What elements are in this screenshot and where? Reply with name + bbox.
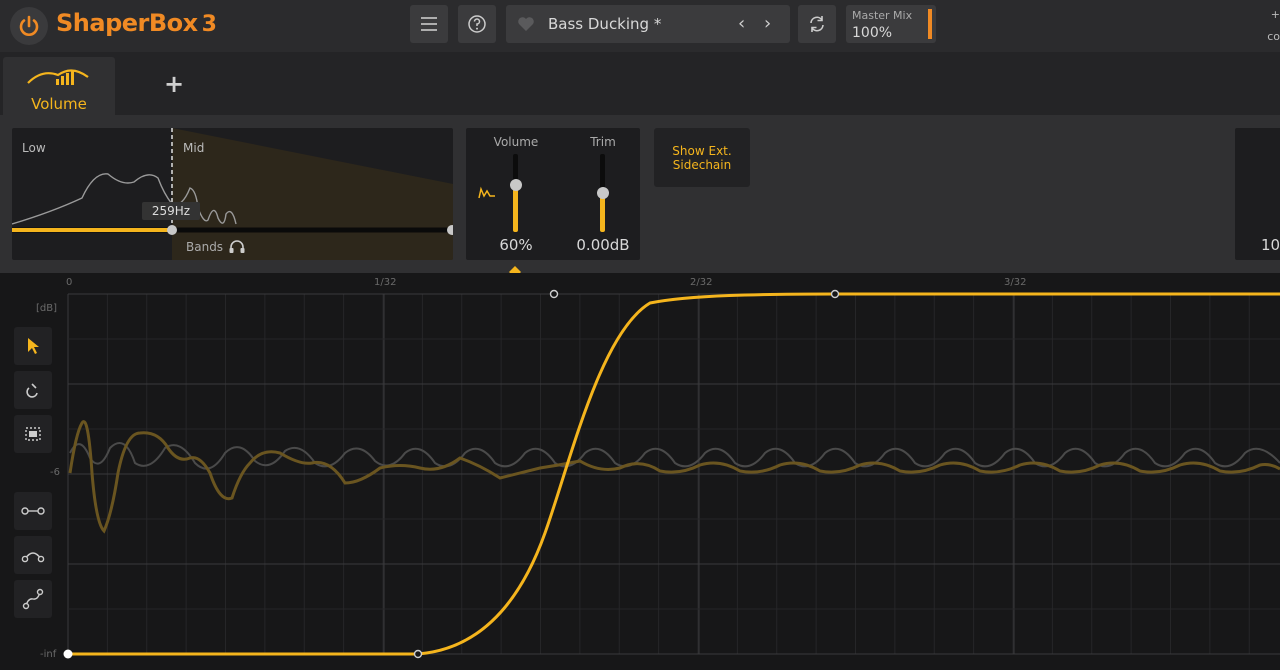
master-mix-bar[interactable] xyxy=(928,9,932,39)
master-mix-control[interactable]: Master Mix 100% xyxy=(846,5,936,43)
trim-value[interactable]: 0.00dB xyxy=(566,236,640,254)
select-box-icon xyxy=(25,427,41,441)
scurve-tool[interactable] xyxy=(14,580,52,618)
preset-prev-button[interactable]: ‹ xyxy=(738,13,745,34)
add-shaper-button[interactable]: + xyxy=(164,70,184,98)
master-mix-label: Master Mix xyxy=(852,9,913,22)
refresh-button[interactable] xyxy=(798,5,836,43)
top-bar: ShaperBox 3 Bass Ducking * ‹ › Master Mi… xyxy=(0,0,1280,52)
envelope-handle xyxy=(549,289,559,299)
power-button[interactable] xyxy=(10,7,48,45)
preset-selector[interactable]: Bass Ducking * ‹ › xyxy=(506,5,790,43)
s-curve-icon xyxy=(22,588,44,610)
magnet-icon xyxy=(26,383,38,398)
volume-slider[interactable] xyxy=(509,154,522,232)
sidechain-label-line2: Sidechain xyxy=(672,158,732,172)
shaper-tab-row: Volume + xyxy=(0,52,1280,115)
volume-trim-panel: Volume 60% Trim 0.00dB xyxy=(466,128,640,260)
master-mix-value[interactable]: 100% xyxy=(852,25,892,41)
x-axis-label-1: 1/32 xyxy=(374,277,397,288)
volume-shaper-icon xyxy=(27,69,89,85)
topbar-right-cut-text: + co xyxy=(1267,8,1280,43)
heart-icon[interactable] xyxy=(516,14,536,34)
envelope-handle xyxy=(413,649,423,659)
refresh-icon xyxy=(810,16,824,32)
controls-panel: Low Mid 259Hz Bands Volume 60% Trim 0.00… xyxy=(0,115,1280,278)
shaper-graph[interactable]: 0 1/32 2/32 3/32 [dB] -6 -inf xyxy=(0,273,1280,670)
line-node-icon xyxy=(21,507,45,515)
x-axis-label-3: 3/32 xyxy=(1004,277,1027,288)
bands-label: Bands xyxy=(186,240,224,254)
preset-next-button[interactable]: › xyxy=(764,13,771,34)
envelope-graph[interactable] xyxy=(0,273,1280,670)
x-axis-label-0: 0 xyxy=(66,277,73,288)
menu-button[interactable] xyxy=(410,5,448,43)
envelope-node xyxy=(830,289,840,299)
trim-column: Trim 0.00dB xyxy=(566,128,640,260)
cursor-icon xyxy=(28,338,39,354)
y-axis-bottom: -inf xyxy=(40,649,57,660)
x-axis-label-2: 2/32 xyxy=(690,277,713,288)
sidechain-label-line1: Show Ext. xyxy=(672,144,732,158)
trim-slider-knob[interactable] xyxy=(596,187,609,199)
band-low-label: Low xyxy=(22,141,46,155)
pointer-tool[interactable] xyxy=(14,327,52,365)
trim-slider[interactable] xyxy=(596,154,609,232)
pencil-tool[interactable] xyxy=(14,371,52,409)
line-tool[interactable] xyxy=(14,492,52,530)
envelope-node xyxy=(63,649,73,659)
volume-slider-fill xyxy=(513,185,518,232)
trim-label: Trim xyxy=(590,135,616,149)
power-icon xyxy=(19,15,39,36)
volume-column: Volume 60% xyxy=(466,128,566,260)
y-axis-mid: -6 xyxy=(50,467,60,478)
preset-name[interactable]: Bass Ducking * xyxy=(548,15,661,33)
volume-slider-knob[interactable] xyxy=(509,179,522,192)
graph-grid xyxy=(67,293,1280,655)
help-button[interactable] xyxy=(458,5,496,43)
volume-label: Volume xyxy=(493,135,539,149)
y-axis-unit: [dB] xyxy=(36,303,58,314)
volume-value[interactable]: 60% xyxy=(466,236,566,254)
lfo-wave-icon[interactable] xyxy=(478,186,496,200)
band-split-panel[interactable]: Low Mid 259Hz Bands xyxy=(12,128,453,260)
band-mid-label: Mid xyxy=(183,141,205,155)
brand-version: 3 xyxy=(201,12,217,37)
tab-volume[interactable]: Volume xyxy=(3,57,115,115)
crossover-frequency[interactable]: 259Hz xyxy=(142,202,200,220)
curve-tool[interactable] xyxy=(14,536,52,574)
show-sidechain-button[interactable]: Show Ext. Sidechain xyxy=(654,128,750,187)
app-logo: ShaperBox 3 xyxy=(56,9,217,37)
brand-name: ShaperBox xyxy=(56,9,198,37)
tab-volume-label: Volume xyxy=(31,95,87,113)
right-panel-value: 10 xyxy=(1261,236,1280,254)
right-cut-panel: 10 xyxy=(1235,128,1280,260)
audio-waveform-front xyxy=(68,420,1280,534)
hamburger-menu-icon xyxy=(421,17,437,31)
headphones-icon[interactable] xyxy=(228,238,246,254)
select-tool[interactable] xyxy=(14,415,52,453)
question-icon xyxy=(468,15,486,33)
curve-node-icon xyxy=(21,552,45,563)
